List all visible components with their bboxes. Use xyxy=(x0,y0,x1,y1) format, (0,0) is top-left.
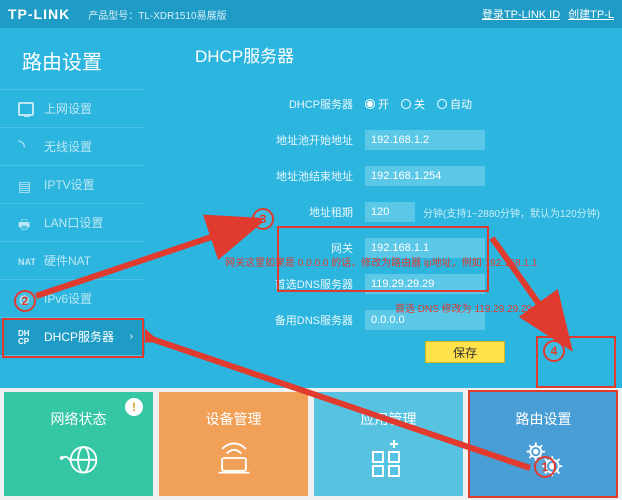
start-ip-input[interactable] xyxy=(365,130,485,150)
sidebar-item-label: 上网设置 xyxy=(44,100,92,117)
dhcp-server-label: DHCP服务器 xyxy=(195,96,365,112)
tile-router-settings[interactable]: 路由设置 xyxy=(469,392,618,496)
login-link[interactable]: 登录TP-LINK ID xyxy=(482,6,560,22)
sidebar-item-iptv[interactable]: IPTV设置 xyxy=(0,166,145,204)
tile-label: 应用管理 xyxy=(361,409,417,429)
product-model: 产品型号：TL-XDR1510易展版 xyxy=(88,7,226,22)
tile-network-status[interactable]: ! 网络状态 xyxy=(4,392,153,496)
page-title: DHCP服务器 xyxy=(195,42,622,67)
tile-label: 设备管理 xyxy=(206,409,262,429)
dhcp-radio-group: 开 关 自动 xyxy=(365,96,472,112)
sidebar-item-label: DHCP服务器 xyxy=(44,328,114,345)
lease-input[interactable] xyxy=(365,202,415,222)
sidebar-item-label: IPv6设置 xyxy=(44,290,92,307)
dhcp-icon: DHCP xyxy=(18,330,34,346)
sidebar-item-nat[interactable]: NAT 硬件NAT xyxy=(0,242,145,280)
gateway-input[interactable] xyxy=(365,238,485,258)
sidebar-title: 路由设置 xyxy=(0,28,145,90)
dns1-input[interactable] xyxy=(365,274,485,294)
wifi-icon xyxy=(18,140,34,154)
apps-icon xyxy=(368,437,410,479)
brand-logo: TP-LINK xyxy=(8,6,70,22)
tile-device-mgmt[interactable]: 设备管理 xyxy=(159,392,308,496)
tile-label: 网络状态 xyxy=(51,409,107,429)
sidebar-item-label: IPTV设置 xyxy=(44,176,95,193)
radio-off[interactable]: 关 xyxy=(401,96,425,112)
gateway-label: 网关 xyxy=(195,240,365,256)
radio-on[interactable]: 开 xyxy=(365,96,389,112)
iptv-icon xyxy=(18,178,34,192)
ipv6-icon xyxy=(18,292,34,306)
dns2-label: 备用DNS服务器 xyxy=(195,312,365,328)
sidebar-item-dhcp[interactable]: DHCP DHCP服务器 › xyxy=(0,318,145,356)
nat-icon: NAT xyxy=(18,257,36,267)
warning-badge: ! xyxy=(125,398,143,416)
topbar: TP-LINK 产品型号：TL-XDR1510易展版 登录TP-LINK ID … xyxy=(0,0,622,28)
sidebar-item-lan[interactable]: LAN口设置 xyxy=(0,204,145,242)
gears-icon xyxy=(523,437,565,479)
monitor-icon xyxy=(18,102,34,116)
create-link[interactable]: 创建TP-L xyxy=(568,6,614,22)
save-button[interactable]: 保存 xyxy=(425,341,505,363)
bottom-tiles: ! 网络状态 设备管理 应用管理 路由设置 xyxy=(0,388,622,500)
globe-icon xyxy=(58,437,100,479)
sidebar-item-label: 无线设置 xyxy=(44,138,92,155)
sidebar-item-wireless[interactable]: 无线设置 xyxy=(0,128,145,166)
sidebar-item-label: LAN口设置 xyxy=(44,214,103,231)
sidebar-item-wan[interactable]: 上网设置 xyxy=(0,90,145,128)
end-ip-label: 地址池结束地址 xyxy=(195,168,365,184)
dns1-label: 首选DNS服务器 xyxy=(195,276,365,292)
end-ip-input[interactable] xyxy=(365,166,485,186)
sidebar-item-ipv6[interactable]: IPv6设置 xyxy=(0,280,145,318)
tile-label: 路由设置 xyxy=(516,409,572,429)
sidebar-item-label: 硬件NAT xyxy=(44,252,91,269)
laptop-wifi-icon xyxy=(213,437,255,479)
start-ip-label: 地址池开始地址 xyxy=(195,132,365,148)
lease-label: 地址租期 xyxy=(195,204,365,220)
lan-icon xyxy=(18,216,34,230)
main-panel: DHCP服务器 DHCP服务器 开 关 自动 地址池开始地址 地址池结束地址 地… xyxy=(145,28,622,388)
chevron-right-icon: › xyxy=(130,331,133,342)
dns2-input[interactable] xyxy=(365,310,485,330)
radio-auto[interactable]: 自动 xyxy=(437,96,472,112)
lease-tip: 分钟(支持1~2880分钟，默认为120分钟) xyxy=(423,205,600,220)
tile-app-mgmt[interactable]: 应用管理 xyxy=(314,392,463,496)
sidebar: 路由设置 上网设置 无线设置 IPTV设置 LAN口设置 NAT 硬件NAT I… xyxy=(0,28,145,388)
